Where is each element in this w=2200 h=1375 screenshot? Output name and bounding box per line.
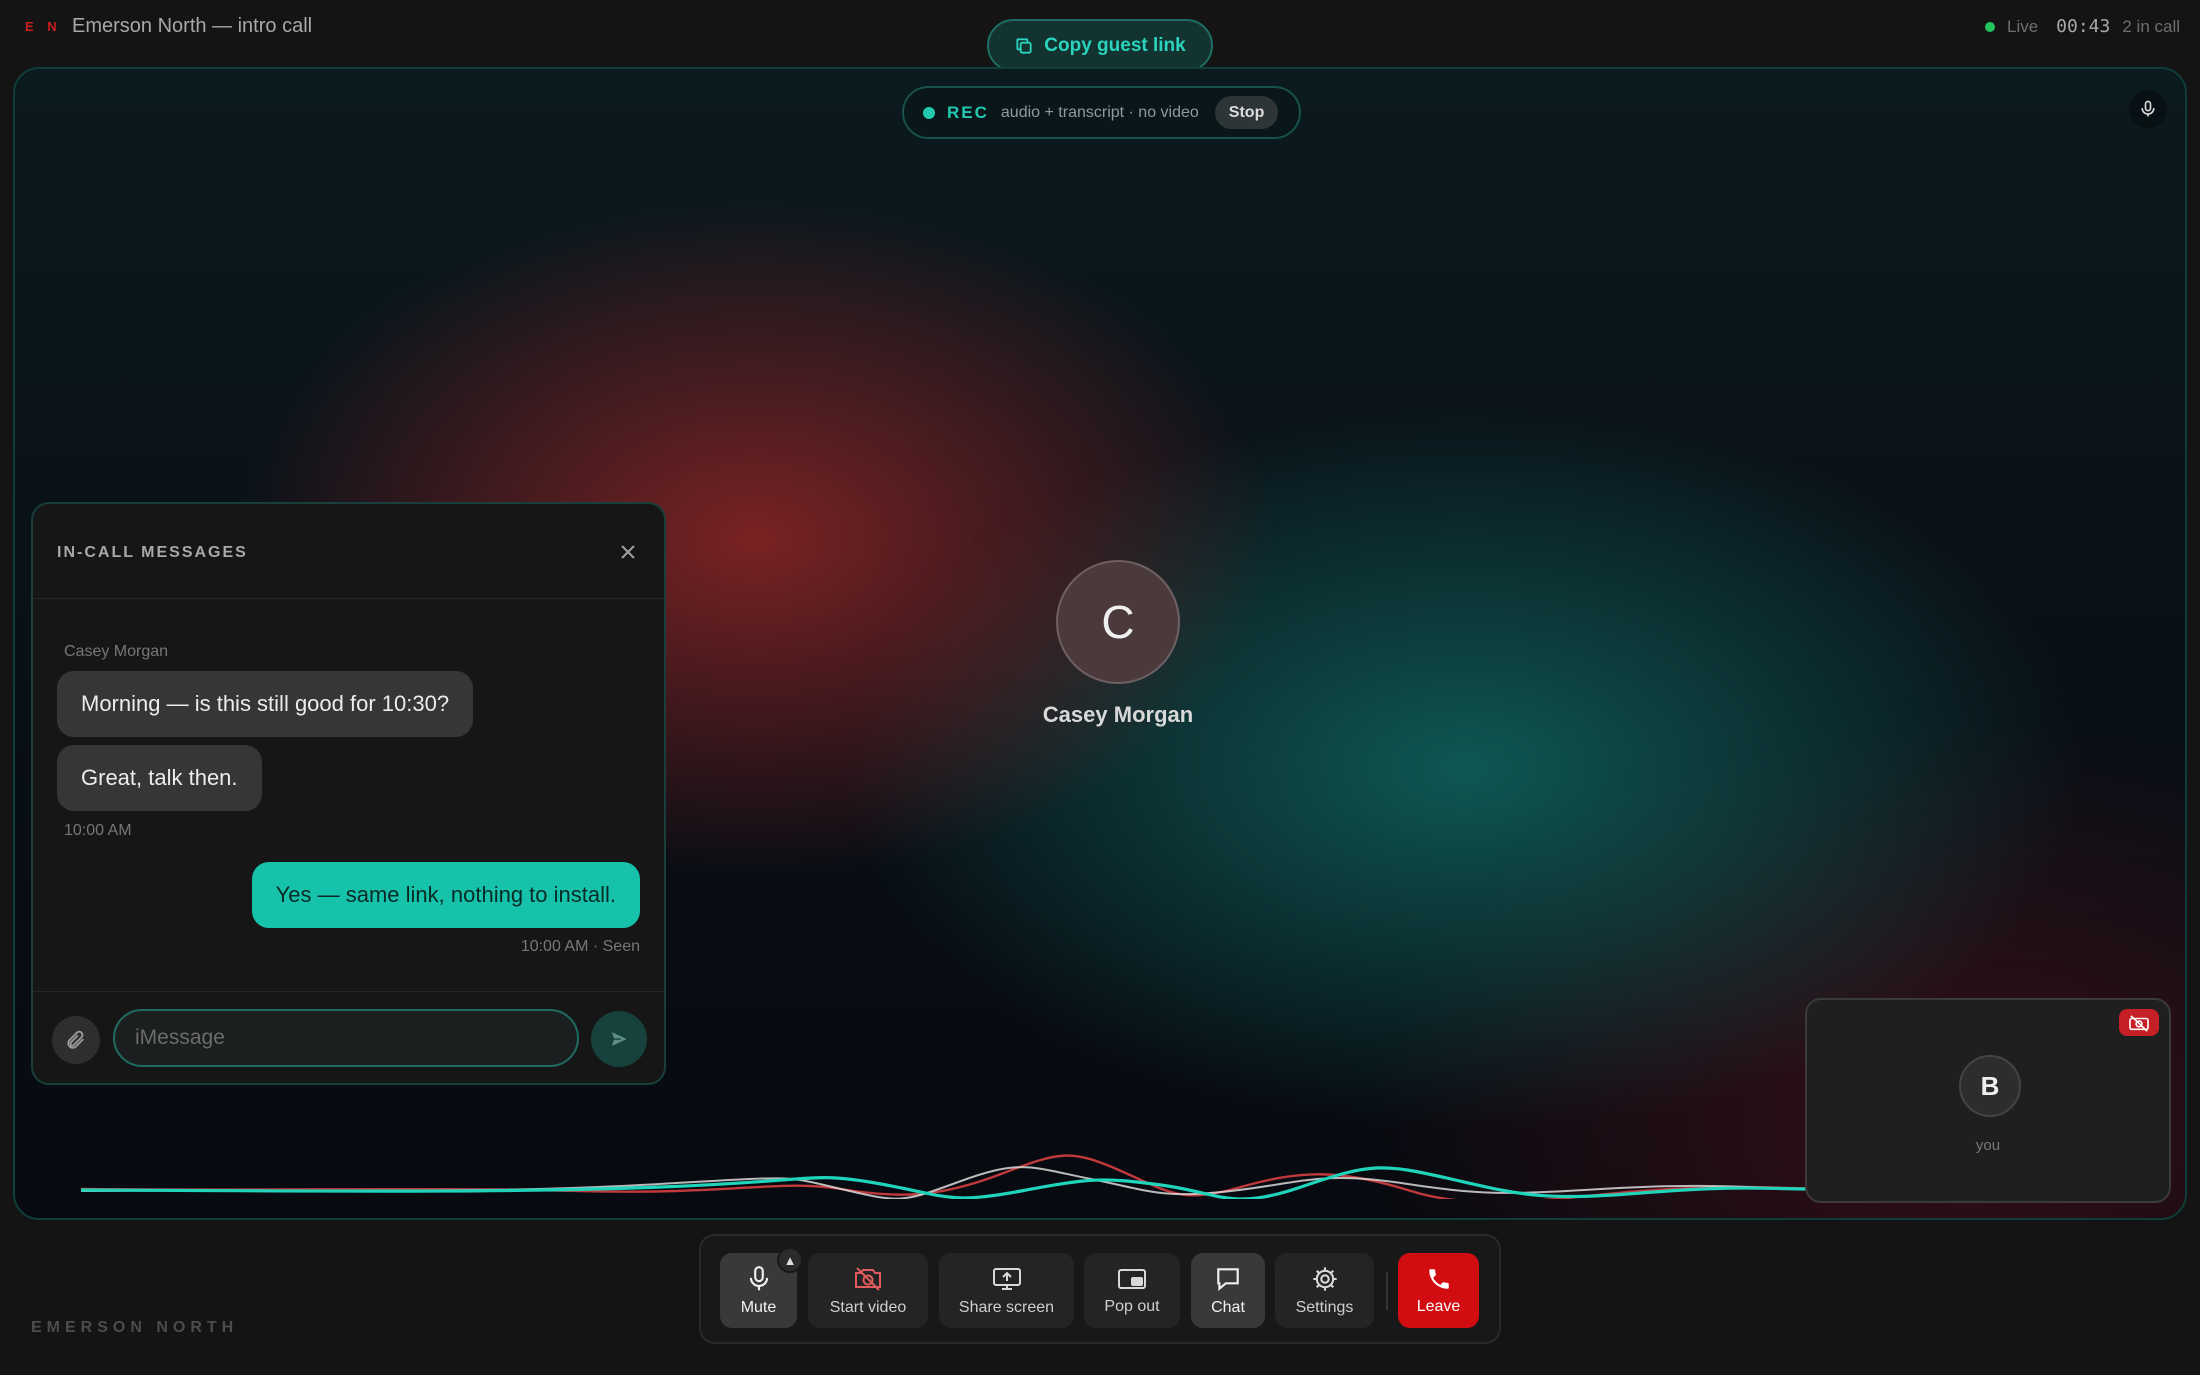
send-icon <box>609 1029 630 1049</box>
send-button[interactable] <box>591 1011 647 1067</box>
gear-icon <box>1312 1266 1337 1291</box>
speaker-avatar: C <box>1056 560 1180 684</box>
copy-guest-link-button[interactable]: Copy guest link <box>987 19 1213 72</box>
close-icon <box>621 545 635 559</box>
call-title: Emerson North — intro call <box>72 15 313 37</box>
settings-button[interactable]: Settings <box>1275 1253 1374 1328</box>
chat-label: Chat <box>1211 1298 1245 1316</box>
self-label: you <box>1975 1137 2001 1154</box>
chat-header: IN-CALL MESSAGES <box>33 504 664 599</box>
recording-dot <box>923 106 935 119</box>
self-view-tile: B you <box>1805 998 2171 1203</box>
message-timestamp: 10:00 AM <box>64 822 132 839</box>
camera-off-badge <box>2119 1009 2159 1036</box>
pop-out-button[interactable]: Pop out <box>1084 1253 1180 1328</box>
speaker-name: Casey Morgan <box>1042 702 1194 727</box>
message-bubble-outgoing: Yes — same link, nothing to install. <box>251 862 640 928</box>
start-video-button[interactable]: Start video <box>808 1253 928 1328</box>
share-screen-icon <box>992 1267 1021 1290</box>
audio-options-button[interactable]: ▲ <box>777 1247 803 1273</box>
picture-in-picture-icon <box>1118 1268 1146 1289</box>
self-avatar: B <box>1959 1055 2021 1117</box>
live-indicator-dot <box>1984 21 1995 32</box>
recording-label: REC <box>947 102 989 122</box>
message-read-receipt: 10:00 AM · Seen <box>520 938 640 955</box>
live-label: Live <box>2006 16 2039 36</box>
message-bubble-incoming: Morning — is this still good for 10:30? <box>57 671 474 737</box>
brand-mark: E N <box>25 19 62 34</box>
in-call-messages-panel: IN-CALL MESSAGES Casey Morgan Morning — … <box>31 502 666 1085</box>
controls-divider <box>1386 1272 1388 1310</box>
close-chat-button[interactable] <box>616 540 640 564</box>
chat-title: IN-CALL MESSAGES <box>57 544 248 561</box>
call-status: Live 00:43 2 in call <box>1984 16 2180 37</box>
audio-waveform <box>81 1154 1821 1199</box>
paperclip-icon <box>67 1030 84 1049</box>
camera-off-icon <box>855 1266 881 1291</box>
share-screen-label: Share screen <box>958 1298 1055 1316</box>
footer-brand: EMERSON NORTH <box>31 1319 239 1336</box>
microphone-icon <box>2141 100 2155 117</box>
call-controls: Mute ▲ Start video Share screen Pop out … <box>699 1234 1501 1344</box>
mute-button[interactable]: Mute ▲ <box>720 1247 803 1328</box>
microphone-icon <box>749 1265 768 1290</box>
copy-guest-link-label: Copy guest link <box>1044 34 1186 56</box>
pop-out-label: Pop out <box>1104 1297 1160 1315</box>
chat-button[interactable]: Chat <box>1191 1253 1265 1328</box>
leave-call-button[interactable]: Leave <box>1398 1253 1479 1328</box>
message-sender: Casey Morgan <box>64 643 169 660</box>
attach-button[interactable] <box>52 1016 100 1064</box>
active-speaker: C Casey Morgan <box>1041 560 1195 728</box>
chat-bubble-icon <box>1217 1267 1239 1291</box>
message-input[interactable] <box>113 1009 579 1067</box>
speaker-mic-status <box>2129 90 2167 128</box>
camera-off-icon <box>2129 1014 2149 1032</box>
stop-recording-button[interactable]: Stop <box>1214 96 1279 129</box>
leave-label: Leave <box>1416 1297 1461 1315</box>
start-video-label: Start video <box>829 1298 907 1316</box>
copy-icon <box>1016 37 1032 54</box>
phone-hangup-icon <box>1428 1268 1449 1289</box>
settings-label: Settings <box>1295 1298 1354 1316</box>
top-bar: E N Emerson North — intro call Copy gues… <box>0 0 2200 72</box>
participant-count: 2 in call <box>2122 16 2180 36</box>
call-timer: 00:43 <box>2056 16 2111 37</box>
recording-detail: audio + transcript · no video <box>1000 103 1199 121</box>
mute-label: Mute <box>740 1298 777 1316</box>
message-composer <box>33 991 664 1085</box>
message-bubble-incoming: Great, talk then. <box>57 745 262 811</box>
share-screen-button[interactable]: Share screen <box>939 1253 1074 1328</box>
recording-indicator: REC audio + transcript · no video Stop <box>902 86 1301 139</box>
